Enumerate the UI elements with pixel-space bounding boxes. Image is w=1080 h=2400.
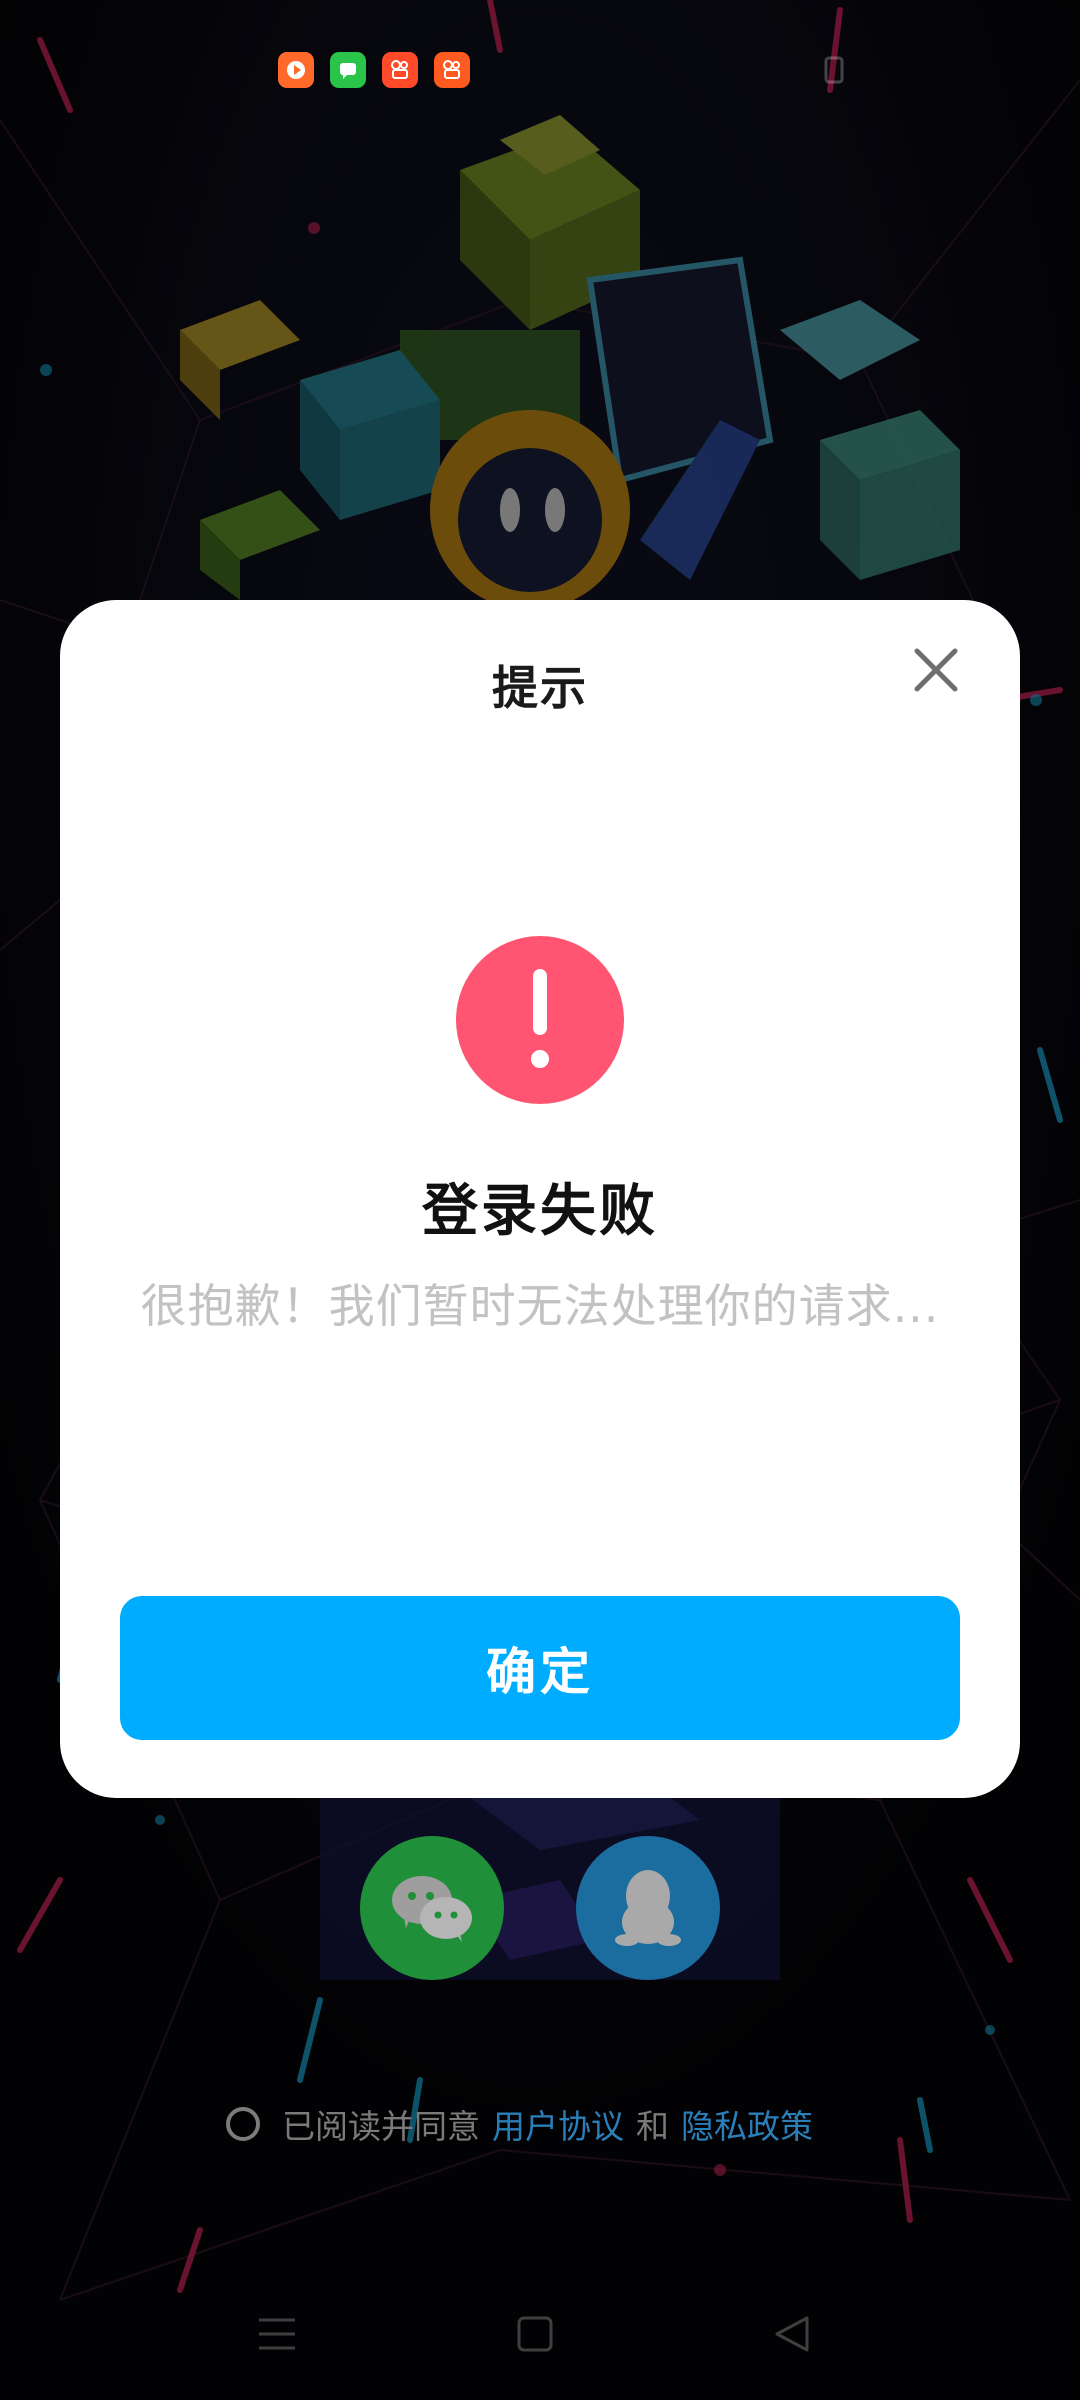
dialog-title: 提示 bbox=[492, 661, 588, 715]
messages-app-icon bbox=[330, 52, 366, 88]
privacy-policy-link[interactable]: 隐私政策 bbox=[681, 2100, 813, 2148]
user-agreement-link[interactable]: 用户协议 bbox=[492, 2100, 624, 2148]
video-app-icon bbox=[278, 52, 314, 88]
recent-apps-button[interactable] bbox=[247, 2304, 307, 2364]
agreement-text: 已阅读并同意 bbox=[282, 2107, 480, 2146]
back-triangle-icon bbox=[775, 2316, 809, 2352]
qq-login-button[interactable] bbox=[576, 1836, 720, 1980]
status-indicator-icon bbox=[820, 54, 850, 86]
wechat-login-button[interactable] bbox=[360, 1836, 504, 1980]
agreement-row: 已阅读并同意 用户协议 和 隐私政策 bbox=[226, 2100, 813, 2148]
login-failed-dialog: 提示 登录失败 很抱歉！我们暂时无法处理你的请求... 确定 bbox=[60, 600, 1020, 1798]
kuaishou-lite-app-icon bbox=[434, 52, 470, 88]
qq-penguin-icon bbox=[615, 1870, 681, 1946]
home-square-icon bbox=[517, 2316, 553, 2352]
system-nav-bar bbox=[0, 2296, 1080, 2376]
menu-icon bbox=[259, 2318, 295, 2350]
back-button[interactable] bbox=[762, 2304, 822, 2364]
error-message: 很抱歉！我们暂时无法处理你的请求... bbox=[140, 1279, 940, 1333]
kuaishou-app-icon bbox=[382, 52, 418, 88]
confirm-button[interactable]: 确定 bbox=[120, 1596, 960, 1740]
home-button[interactable] bbox=[505, 2304, 565, 2364]
close-button[interactable] bbox=[908, 642, 964, 698]
wechat-icon bbox=[392, 1876, 472, 1942]
error-headline: 登录失败 bbox=[422, 1179, 658, 1244]
agreement-checkbox[interactable] bbox=[226, 2107, 260, 2141]
close-icon bbox=[914, 648, 958, 692]
agreement-and-text: 和 bbox=[636, 2107, 669, 2146]
exclamation-icon bbox=[456, 936, 624, 1104]
status-bar-app-icons bbox=[278, 52, 470, 88]
